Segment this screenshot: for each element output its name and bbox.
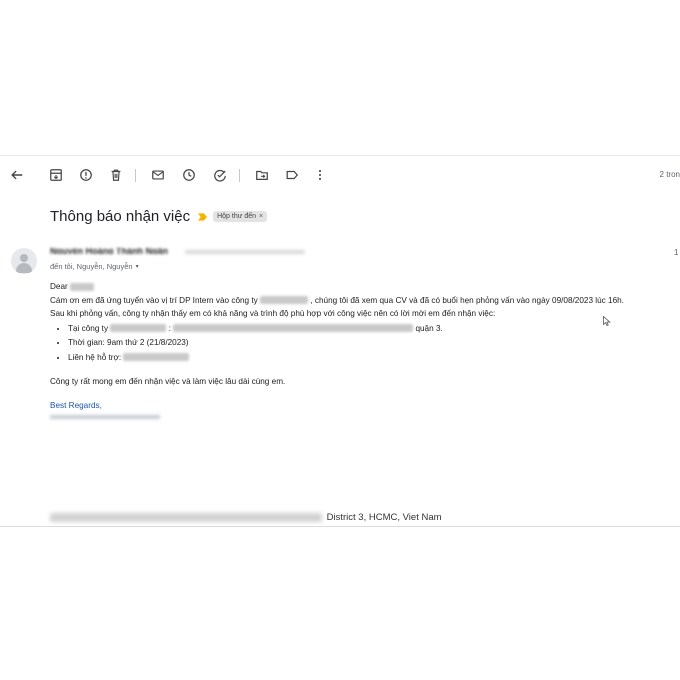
address-tail: District 3, HCMC, Viet Nam xyxy=(326,512,442,523)
report-spam-icon[interactable] xyxy=(77,166,95,184)
location-colon: : xyxy=(168,323,171,333)
mark-unread-icon[interactable] xyxy=(149,166,167,184)
avatar-head xyxy=(20,254,28,262)
toolbar-divider xyxy=(239,169,240,182)
list-item-location: Tại công ty : quận 3. xyxy=(68,322,680,337)
important-marker-icon[interactable] xyxy=(198,212,208,221)
greeting: Dear xyxy=(50,282,68,291)
redacted-address-start xyxy=(50,512,322,522)
signature-address: District 3, HCMC, Viet Nam xyxy=(50,512,442,523)
location-label: Tại công ty xyxy=(68,323,109,333)
move-to-icon[interactable] xyxy=(253,166,271,184)
paragraph-2: Sau khi phỏng vấn, công ty nhận thấy em … xyxy=(50,309,496,318)
remove-label-icon[interactable]: × xyxy=(259,213,263,220)
closing-paragraph: Công ty rất mong em đến nhận việc và làm… xyxy=(50,377,286,386)
contact-label: Liên hệ hỗ trợ: xyxy=(68,352,122,362)
sender-email-redacted xyxy=(185,250,305,254)
label-icon[interactable] xyxy=(283,166,301,184)
greeting-line: Dear xyxy=(50,280,680,294)
avatar-body xyxy=(16,263,32,273)
details-list: Tại công ty : quận 3. Thời gian: 9am thứ… xyxy=(50,322,680,366)
paragraph-1-start: Cám ơn em đã ứng tuyển vào vị trí DP Int… xyxy=(50,295,258,305)
paragraph-1-end: , chúng tôi đã xem qua CV và đã có buổi … xyxy=(310,295,624,305)
redacted-contact xyxy=(123,353,190,362)
redacted-address xyxy=(173,324,414,333)
email-subject: Thông báo nhận việc xyxy=(50,208,191,225)
paragraph-1: Cám ơn em đã ứng tuyển vào vị trí DP Int… xyxy=(50,294,680,308)
snooze-icon[interactable] xyxy=(180,166,198,184)
list-item-time: Thời gian: 9am thứ 2 (21/8/2023) xyxy=(68,336,680,351)
email-view: 2 tron Thông báo nhận việc Hộp thư đến ×… xyxy=(0,155,680,527)
location-district: quận 3. xyxy=(415,323,443,333)
email-date: 1 xyxy=(674,248,679,257)
more-icon[interactable] xyxy=(311,166,329,184)
mouse-cursor-icon xyxy=(603,316,611,326)
redacted-company xyxy=(110,324,167,333)
toolbar-divider xyxy=(135,169,136,182)
back-icon[interactable] xyxy=(8,166,26,184)
inbox-label-chip: Hộp thư đến × xyxy=(213,211,268,222)
subject-row: Thông báo nhận việc Hộp thư đến × xyxy=(50,208,268,225)
pagination-text: 2 tron xyxy=(659,170,680,179)
sender-avatar[interactable] xyxy=(11,248,37,274)
recipients-text: đến tôi, Nguyễn, Nguyễn xyxy=(50,262,133,271)
redacted-name xyxy=(70,282,95,291)
show-details-icon[interactable]: ▾ xyxy=(136,263,139,270)
delete-icon[interactable] xyxy=(107,166,125,184)
email-body: Dear Cám ơn em đã ứng tuyển vào vị trí D… xyxy=(50,280,680,419)
regards: Best Regards, xyxy=(50,400,102,410)
recipients-line: đến tôi, Nguyễn, Nguyễn ▾ xyxy=(50,262,139,271)
inbox-label-text: Hộp thư đến xyxy=(217,213,257,220)
list-item-contact: Liên hệ hỗ trợ: xyxy=(68,351,680,366)
archive-icon[interactable] xyxy=(47,166,65,184)
redacted-signature xyxy=(50,415,160,419)
add-task-icon[interactable] xyxy=(211,166,229,184)
redacted-company xyxy=(260,296,309,305)
email-toolbar: 2 tron xyxy=(0,156,680,196)
